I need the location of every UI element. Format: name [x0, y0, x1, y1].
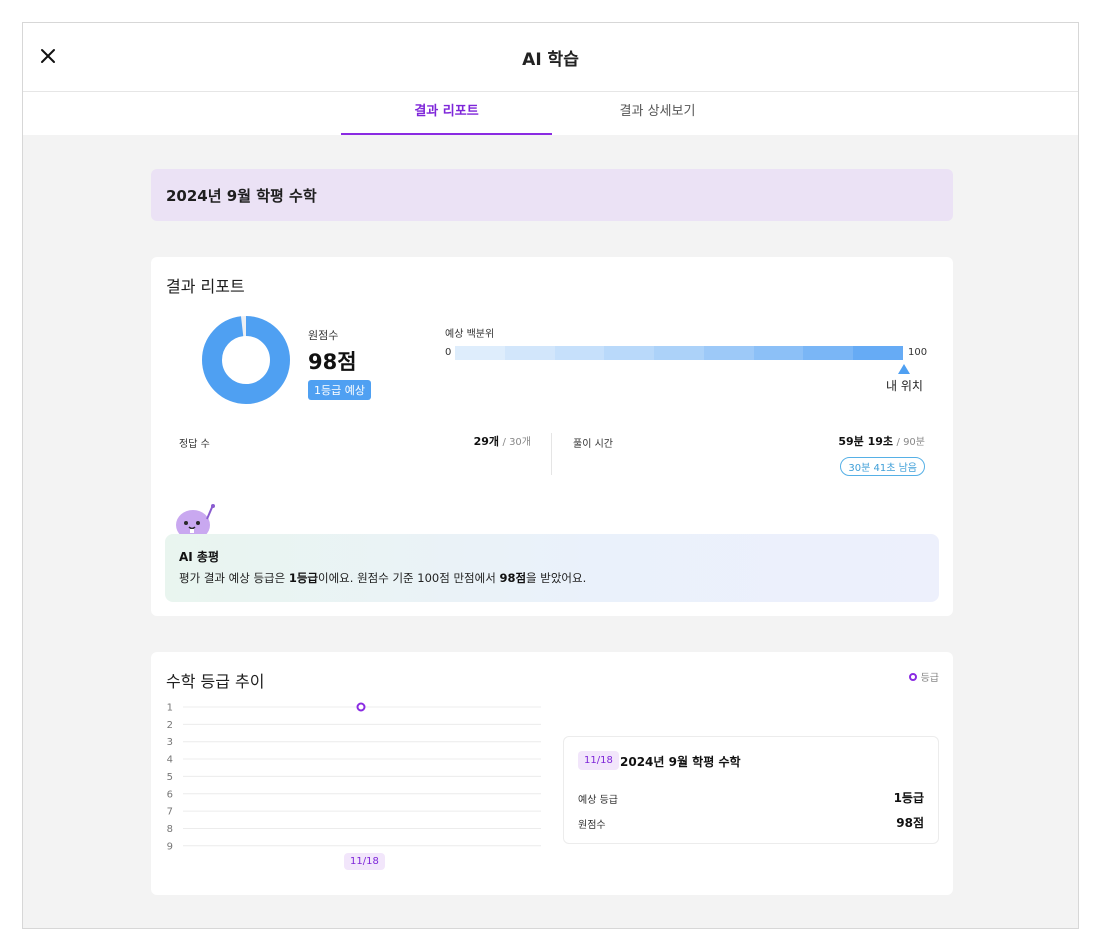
score-value: 98점 [308, 350, 357, 374]
percentile-segment [654, 346, 704, 360]
position-marker-icon [898, 364, 910, 374]
page-title: AI 학습 [522, 50, 579, 70]
grade-trend-card: 수학 등급 추이 등급 123456789 11/18 11/18 2024년 … [151, 652, 953, 895]
percentile-segment [753, 346, 804, 360]
percentile-segment [803, 346, 854, 360]
time-limit: / 90분 [896, 437, 925, 448]
app-window: AI 학습 결과 리포트 결과 상세보기 2024년 9월 학평 수학 결과 리… [22, 22, 1079, 929]
y-tick-label: 1 [167, 703, 173, 714]
correct-count-label: 정답 수 [179, 439, 210, 450]
score-donut-arc [202, 316, 290, 404]
top-bar: AI 학습 [23, 23, 1078, 92]
percentile-segment [455, 346, 505, 360]
ai-summary-title: AI 총평 [179, 550, 220, 564]
ai-summary-score: 98점 [499, 571, 527, 585]
score-donut [202, 316, 290, 404]
result-report-card: 결과 리포트 원점수 98점 1등급 예상 예상 백분위 0 100 내 위치 [151, 257, 953, 616]
my-position-label: 내 위치 [886, 379, 923, 393]
ai-summary-box: AI 총평 평가 결과 예상 등급은 1등급이에요. 원점수 기준 100점 만… [165, 534, 939, 602]
detail-date-badge: 11/18 [578, 751, 619, 770]
correct-total: / 30개 [502, 437, 531, 448]
percentile-bar [455, 346, 904, 360]
grade-badge: 1등급 예상 [308, 380, 371, 400]
y-tick-label: 5 [167, 772, 173, 783]
percentile-segment [853, 346, 904, 360]
exam-banner: 2024년 9월 학평 수학 [151, 169, 953, 221]
tab-result-report[interactable]: 결과 리포트 [341, 92, 552, 135]
ai-summary-text-part: 이에요. 원점수 기준 100점 만점에서 [318, 571, 500, 585]
trend-detail-card: 11/18 2024년 9월 학평 수학 예상 등급 1등급 원점수 98점 [563, 736, 939, 844]
ai-summary-text-part: 평가 결과 예상 등급은 [179, 571, 289, 585]
percentile-max: 100 [908, 347, 928, 358]
y-tick-label: 8 [167, 824, 173, 835]
y-tick-label: 7 [167, 807, 173, 818]
stat-divider [551, 433, 552, 475]
data-point[interactable] [356, 702, 366, 712]
detail-grade-label: 예상 등급 [578, 795, 618, 806]
percentile-segment [554, 346, 605, 360]
percentile-segment [604, 346, 655, 360]
time-remaining-badge: 30분 41초 남음 [840, 457, 925, 476]
y-tick-label: 9 [167, 841, 173, 852]
chart-legend: 등급 [908, 669, 939, 684]
legend-marker-icon [908, 672, 917, 681]
x-axis-label: 11/18 [344, 853, 385, 870]
percentile-min: 0 [445, 347, 452, 358]
report-title: 결과 리포트 [166, 277, 245, 296]
tab-bar: 결과 리포트 결과 상세보기 [23, 92, 1078, 135]
score-label: 원점수 [308, 329, 339, 342]
y-tick-label: 2 [167, 720, 173, 731]
percentile-segment [504, 346, 555, 360]
y-tick-label: 4 [167, 755, 173, 766]
score-block: 원점수 98점 1등급 예상 [308, 327, 371, 400]
solve-time-label: 풀이 시간 [573, 439, 613, 450]
tab-result-detail[interactable]: 결과 상세보기 [552, 92, 763, 135]
ai-summary-text: 평가 결과 예상 등급은 1등급이에요. 원점수 기준 100점 만점에서 98… [179, 570, 586, 586]
detail-score-label: 원점수 [578, 820, 606, 831]
ai-summary-text-part: 을 받았어요. [526, 571, 587, 585]
detail-grade-value: 1등급 [893, 791, 924, 805]
y-tick-label: 6 [167, 789, 173, 800]
solve-time: 59분 19초 [838, 435, 894, 448]
percentile-label: 예상 백분위 [445, 329, 495, 340]
legend-label: 등급 [920, 673, 939, 684]
percentile-segment [703, 346, 754, 360]
y-tick-label: 3 [167, 737, 173, 748]
correct-count: 29개 [473, 435, 500, 448]
detail-score-value: 98점 [896, 816, 924, 830]
ai-summary-grade: 1등급 [288, 571, 319, 585]
correct-count-value: 29개 / 30개 [474, 433, 531, 449]
detail-exam-name: 2024년 9월 학평 수학 [620, 755, 741, 769]
exam-name: 2024년 9월 학평 수학 [166, 187, 317, 205]
solve-time-value: 59분 19초 / 90분 [838, 433, 925, 449]
